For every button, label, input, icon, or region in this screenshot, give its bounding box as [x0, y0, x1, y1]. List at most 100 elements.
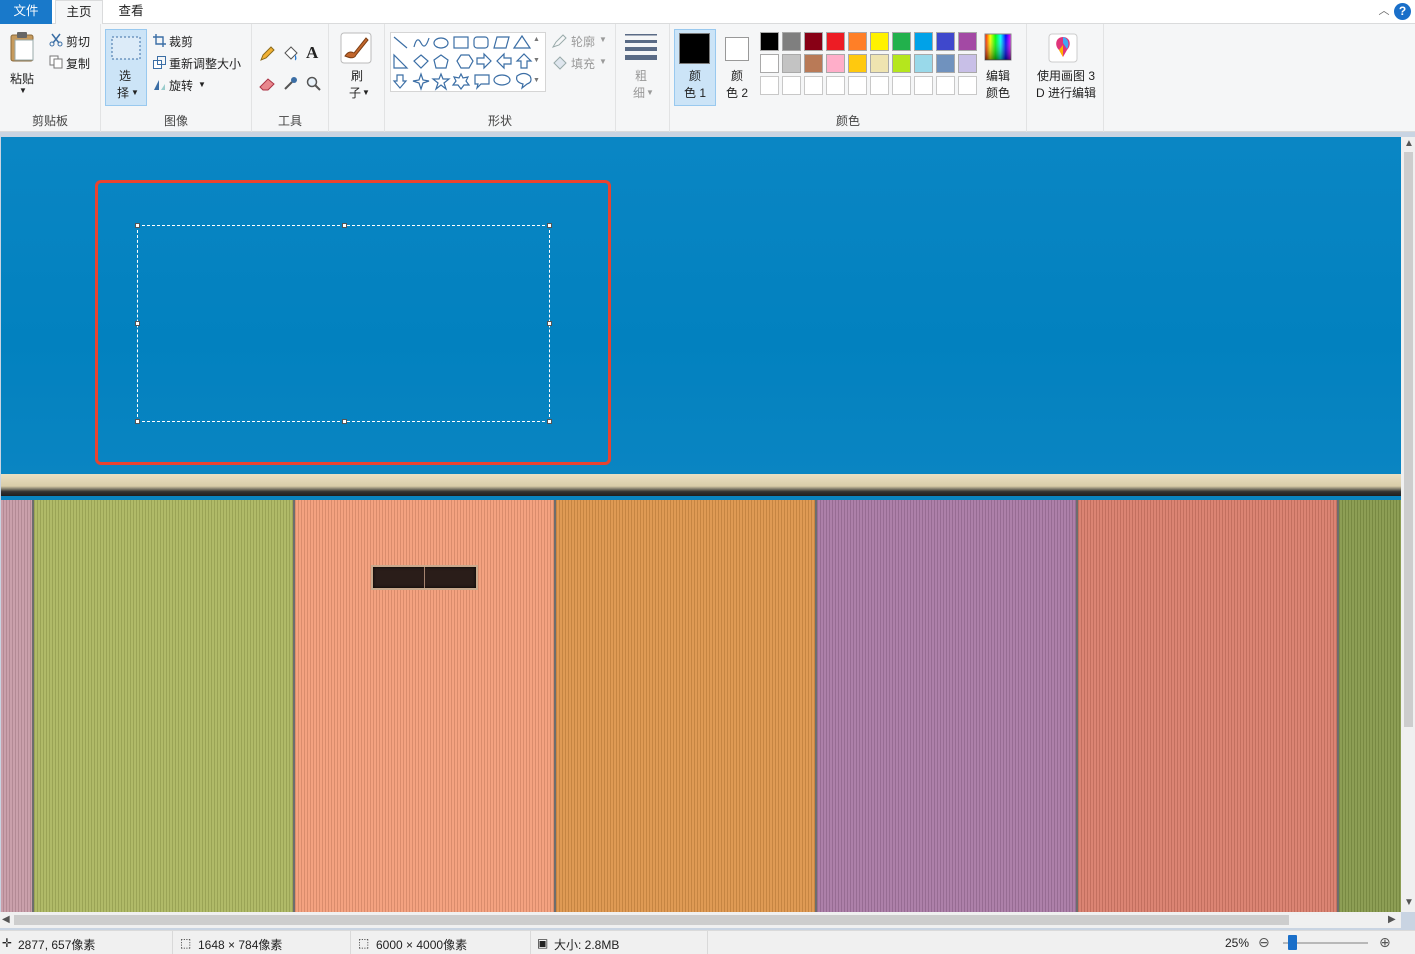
palette-swatch[interactable] — [826, 54, 845, 73]
brush-dropdown-icon[interactable]: ▼ — [362, 88, 370, 97]
horizontal-scrollbar[interactable]: ◀ ▶ — [0, 912, 1401, 928]
paint3d-label-2[interactable]: D 进行编辑 — [1031, 85, 1101, 102]
palette-swatch[interactable] — [848, 54, 867, 73]
selection-handle-top-left[interactable] — [135, 223, 140, 228]
canvas-workspace[interactable]: ▲ ▼ ◀ ▶ — [0, 132, 1415, 930]
selection-handle-left[interactable] — [135, 321, 140, 326]
palette-swatch[interactable] — [958, 54, 977, 73]
scroll-up-icon[interactable]: ▲ — [1404, 138, 1414, 150]
pencil-icon[interactable] — [259, 46, 275, 65]
paste-icon[interactable] — [9, 31, 37, 66]
paste-dropdown-icon[interactable]: ▼ — [19, 86, 27, 95]
palette-swatch[interactable] — [870, 32, 889, 51]
shapes-scroll-up-icon[interactable]: ▲ — [533, 36, 540, 43]
scroll-down-icon[interactable]: ▼ — [1404, 897, 1414, 909]
outline-button[interactable]: 轮廓 — [571, 33, 595, 50]
crop-icon[interactable] — [153, 34, 166, 50]
palette-swatch[interactable] — [936, 76, 955, 95]
collapse-ribbon-icon[interactable]: ︿ — [1377, 4, 1391, 18]
palette-swatch[interactable] — [914, 32, 933, 51]
color2-label-2[interactable]: 色 2 — [723, 85, 751, 102]
color2-label-1[interactable]: 颜 — [727, 68, 747, 85]
color-picker-icon[interactable] — [283, 76, 298, 94]
brush-label-1[interactable]: 刷 — [347, 68, 367, 85]
rotate-button[interactable]: 旋转 — [169, 77, 193, 94]
vertical-scrollbar[interactable]: ▲ ▼ — [1401, 137, 1415, 912]
palette-swatch[interactable] — [826, 76, 845, 95]
rotate-icon[interactable] — [153, 78, 166, 94]
scroll-left-icon[interactable]: ◀ — [2, 914, 10, 926]
palette-swatch[interactable] — [870, 54, 889, 73]
palette-swatch[interactable] — [914, 54, 933, 73]
fill-dropdown-icon[interactable]: ▼ — [599, 57, 607, 66]
scroll-right-icon[interactable]: ▶ — [1388, 914, 1396, 926]
shapes-scroll-down-icon[interactable]: ▼ — [533, 57, 540, 64]
paint3d-icon[interactable] — [1048, 33, 1078, 66]
palette-swatch[interactable] — [782, 54, 801, 73]
palette-swatch[interactable] — [760, 32, 779, 51]
eraser-icon[interactable] — [259, 77, 276, 94]
resize-button[interactable]: 重新调整大小 — [169, 55, 241, 72]
size-icon[interactable] — [625, 34, 657, 63]
palette-swatch[interactable] — [848, 76, 867, 95]
palette-swatch[interactable] — [958, 76, 977, 95]
selection-handle-bottom-right[interactable] — [547, 419, 552, 424]
edit-colors-label-2[interactable]: 颜色 — [981, 85, 1015, 102]
palette-swatch[interactable] — [936, 54, 955, 73]
shapes-expand-icon[interactable]: ▼ — [533, 77, 540, 84]
copy-icon[interactable] — [49, 55, 63, 72]
edit-colors-icon[interactable] — [984, 33, 1012, 64]
cut-button[interactable]: 剪切 — [66, 33, 90, 50]
palette-swatch[interactable] — [914, 76, 933, 95]
palette-swatch[interactable] — [804, 76, 823, 95]
paste-label[interactable]: 粘贴 — [10, 70, 34, 87]
text-icon[interactable]: A — [306, 43, 318, 63]
select-dropdown-icon[interactable]: ▼ — [131, 88, 139, 97]
color2-swatch[interactable] — [725, 37, 749, 61]
palette-swatch[interactable] — [958, 32, 977, 51]
help-icon[interactable]: ? — [1394, 3, 1411, 20]
outline-dropdown-icon[interactable]: ▼ — [599, 35, 607, 44]
cut-icon[interactable] — [49, 33, 63, 50]
tab-view[interactable]: 查看 — [106, 0, 156, 24]
size-label-1[interactable]: 粗 — [631, 68, 651, 85]
selection-handle-bottom-left[interactable] — [135, 419, 140, 424]
size-dropdown-icon[interactable]: ▼ — [646, 88, 654, 97]
palette-swatch[interactable] — [936, 32, 955, 51]
magnifier-icon[interactable] — [306, 76, 321, 94]
horizontal-scroll-thumb[interactable] — [14, 915, 1289, 925]
fill-icon[interactable] — [282, 45, 299, 65]
selection-handle-right[interactable] — [547, 321, 552, 326]
selection-handle-bottom[interactable] — [342, 419, 347, 424]
selection-handle-top-right[interactable] — [547, 223, 552, 228]
crop-button[interactable]: 裁剪 — [169, 33, 193, 50]
copy-button[interactable]: 复制 — [66, 55, 90, 72]
selection-marquee[interactable] — [137, 225, 550, 422]
tab-file[interactable]: 文件 — [0, 0, 52, 24]
palette-swatch[interactable] — [782, 32, 801, 51]
resize-icon[interactable] — [153, 56, 166, 72]
palette-swatch[interactable] — [804, 32, 823, 51]
palette-swatch[interactable] — [892, 32, 911, 51]
zoom-slider-thumb[interactable] — [1288, 935, 1297, 950]
vertical-scroll-thumb[interactable] — [1404, 152, 1413, 727]
palette-swatch[interactable] — [892, 76, 911, 95]
palette-swatch[interactable] — [760, 54, 779, 73]
selection-handle-top[interactable] — [342, 223, 347, 228]
palette-swatch[interactable] — [760, 76, 779, 95]
palette-swatch[interactable] — [782, 76, 801, 95]
palette-swatch[interactable] — [826, 32, 845, 51]
canvas-image[interactable] — [1, 137, 1401, 912]
brush-icon[interactable] — [340, 32, 372, 67]
paint3d-label-1[interactable]: 使用画图 3 — [1031, 68, 1101, 85]
palette-swatch[interactable] — [804, 54, 823, 73]
zoom-in-icon[interactable]: ⊕ — [1379, 934, 1391, 951]
tab-home[interactable]: 主页 — [55, 0, 103, 25]
palette-swatch[interactable] — [848, 32, 867, 51]
edit-colors-label-1[interactable]: 编辑 — [981, 68, 1015, 85]
zoom-out-icon[interactable]: ⊖ — [1258, 934, 1270, 951]
rotate-dropdown-icon[interactable]: ▼ — [198, 80, 206, 89]
shapes-gallery[interactable] — [390, 32, 546, 92]
palette-swatch[interactable] — [870, 76, 889, 95]
fill-button[interactable]: 填充 — [571, 55, 595, 72]
